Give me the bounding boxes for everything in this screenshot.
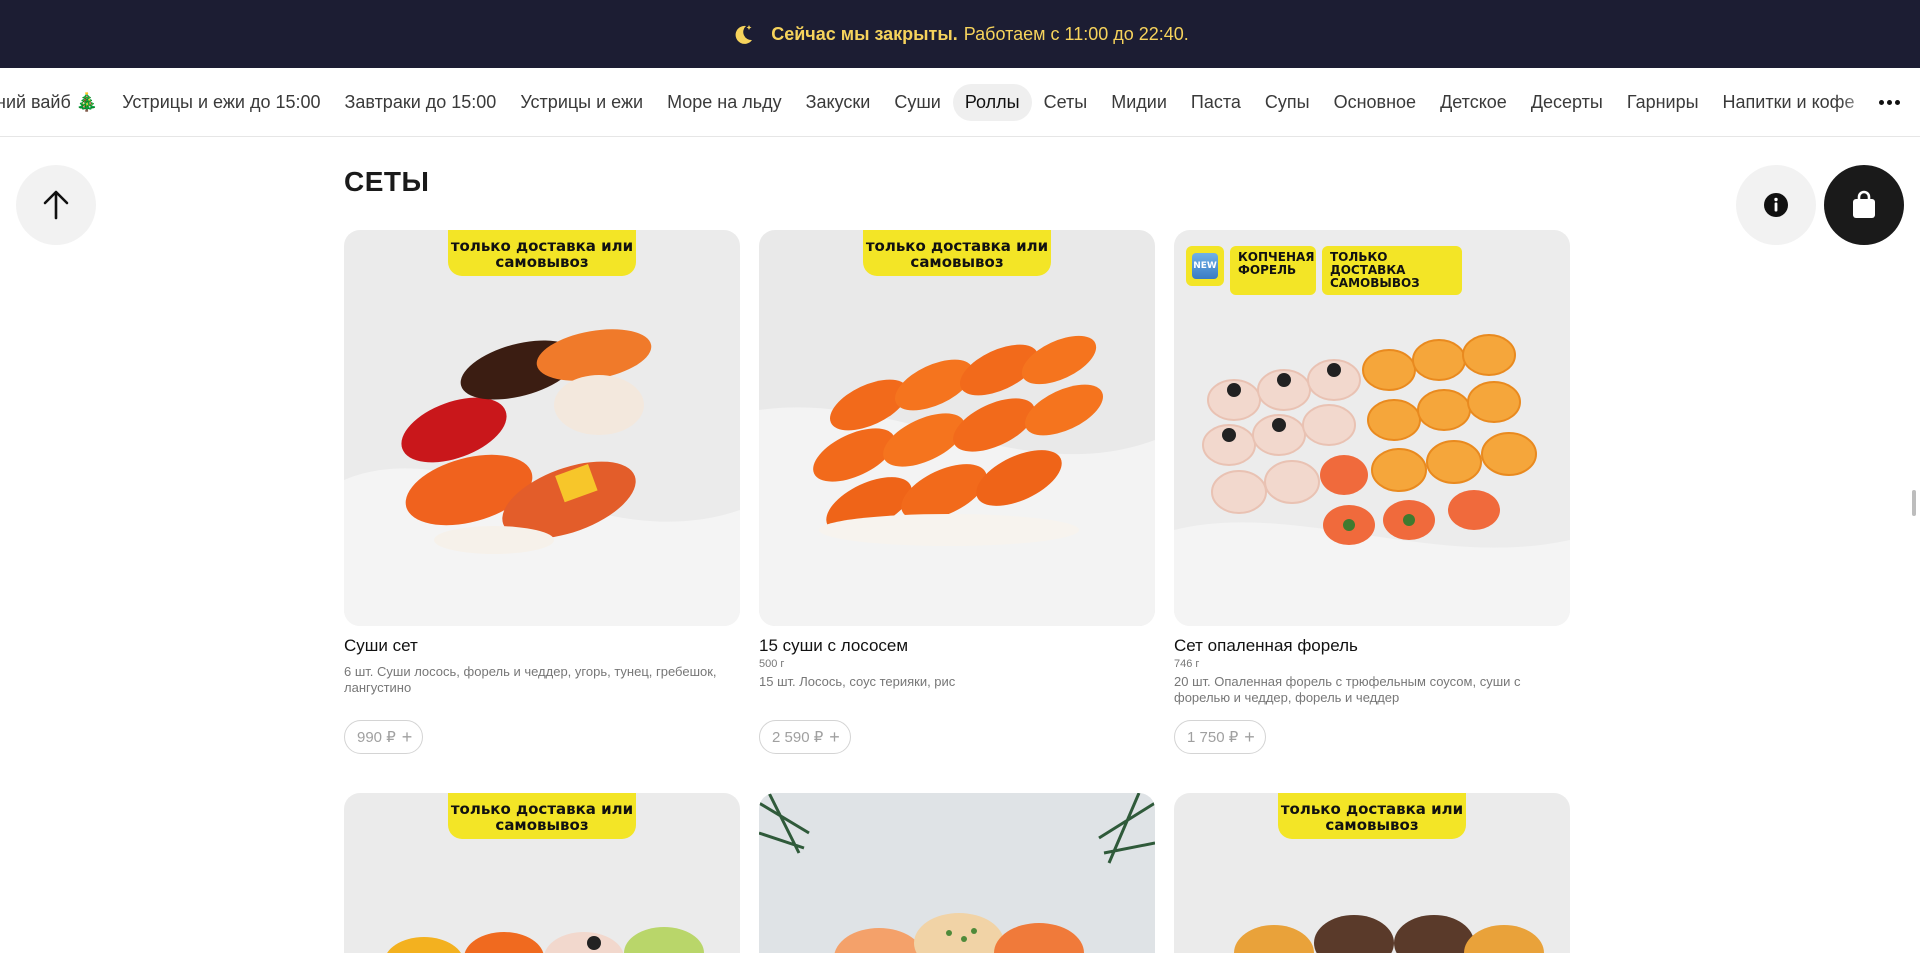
- delivery-only-badge: Только доставка самовывоз: [1322, 246, 1462, 295]
- product-card[interactable]: только доставка или самовывоз: [344, 793, 740, 953]
- product-card[interactable]: только доставка или самовывоз Суши сет 6…: [344, 230, 740, 754]
- nav-item-seafood-ice[interactable]: Море на льду: [655, 84, 794, 121]
- product-name[interactable]: Сет опаленная форель: [1174, 636, 1570, 656]
- product-photo[interactable]: только доставка или самовывоз: [344, 230, 740, 626]
- product-photo[interactable]: [759, 793, 1155, 953]
- product-name[interactable]: Суши сет: [344, 636, 740, 656]
- product-card[interactable]: только доставка или самовывоз 15 суши с …: [759, 230, 1155, 754]
- product-name[interactable]: 15 суши с лососем: [759, 636, 1155, 656]
- smoked-trout-badge: Копченая форель: [1230, 246, 1316, 295]
- plus-icon: +: [401, 727, 413, 747]
- nav-item-kids[interactable]: Детское: [1428, 84, 1519, 121]
- more-dots-icon[interactable]: [1876, 90, 1902, 114]
- nav-item-vibe[interactable]: ний вайб 🎄: [0, 84, 110, 121]
- delivery-only-badge: только доставка или самовывоз: [863, 230, 1051, 276]
- product-description: 6 шт. Суши лосось, форель и чеддер, угор…: [344, 664, 717, 695]
- product-weight: 746 г: [1174, 658, 1200, 670]
- cart-button[interactable]: [1824, 165, 1904, 245]
- product-price: 990 ₽: [357, 729, 396, 746]
- nav-item-mussels[interactable]: Мидии: [1099, 84, 1179, 121]
- add-to-cart-button[interactable]: 1 750 ₽ +: [1174, 720, 1266, 754]
- product-photo[interactable]: только доставка или самовывоз: [344, 793, 740, 953]
- product-description: 15 шт. Лосось, соус терияки, рис: [759, 674, 956, 689]
- nav-item-breakfast[interactable]: Завтраки до 15:00: [333, 84, 509, 121]
- status-bold-text: Сейчас мы закрыты.: [771, 23, 958, 44]
- product-price: 2 590 ₽: [772, 729, 824, 746]
- info-icon: [1764, 193, 1788, 217]
- nav-item-sushi[interactable]: Суши: [882, 84, 953, 121]
- closed-status-banner: Сейчас мы закрыты. Работаем с 11:00 до 2…: [0, 0, 1920, 68]
- page-scrollbar[interactable]: [1912, 490, 1916, 516]
- moon-icon: [731, 22, 755, 46]
- nav-item-desserts[interactable]: Десерты: [1519, 84, 1615, 121]
- info-button[interactable]: [1736, 165, 1816, 245]
- plus-icon: +: [1244, 727, 1255, 747]
- product-card[interactable]: только доставка или самовывоз: [1174, 793, 1570, 953]
- badge-row: NEW Копченая форель Только доставка само…: [1186, 246, 1462, 295]
- arrow-up-icon: [43, 190, 69, 220]
- nav-item-oysters[interactable]: Устрицы и ежи: [508, 84, 655, 121]
- product-photo[interactable]: только доставка или самовывоз: [759, 230, 1155, 626]
- nav-item-soups[interactable]: Супы: [1253, 84, 1322, 121]
- product-description: 20 шт. Опаленная форель с трюфельным соу…: [1174, 674, 1521, 705]
- delivery-only-badge: только доставка или самовывоз: [448, 793, 636, 839]
- product-price: 1 750 ₽: [1187, 729, 1239, 746]
- nav-item-rolls[interactable]: Роллы: [952, 83, 1032, 121]
- product-photo[interactable]: только доставка или самовывоз: [1174, 793, 1570, 953]
- plus-icon: +: [829, 727, 840, 747]
- nav-item-oysters-till-15[interactable]: Устрицы и ежи до 15:00: [110, 84, 332, 121]
- add-to-cart-button[interactable]: 990 ₽ +: [344, 720, 424, 754]
- section-title: СЕТЫ: [344, 166, 430, 197]
- scroll-up-button[interactable]: [16, 165, 96, 245]
- add-to-cart-button[interactable]: 2 590 ₽ +: [759, 720, 851, 754]
- new-badge: NEW: [1186, 246, 1224, 286]
- category-nav: ний вайб 🎄 Устрицы и ежи до 15:00 Завтра…: [0, 68, 1920, 137]
- nav-item-sets[interactable]: Сеты: [1032, 84, 1100, 121]
- product-weight: 500 г: [759, 658, 785, 670]
- status-hours-text: Работаем с 11:00 до 22:40.: [963, 23, 1189, 44]
- product-card[interactable]: NEW Копченая форель Только доставка само…: [1174, 230, 1570, 754]
- nav-item-sides[interactable]: Гарниры: [1615, 84, 1711, 121]
- product-card[interactable]: [759, 793, 1155, 953]
- nav-item-main[interactable]: Основное: [1322, 84, 1428, 121]
- delivery-only-badge: только доставка или самовывоз: [1278, 793, 1466, 839]
- shopping-bag-icon: [1853, 190, 1875, 218]
- product-photo[interactable]: NEW Копченая форель Только доставка само…: [1174, 230, 1570, 626]
- nav-item-snacks[interactable]: Закуски: [794, 84, 883, 121]
- nav-item-pasta[interactable]: Паста: [1179, 84, 1253, 121]
- delivery-only-badge: только доставка или самовывоз: [448, 230, 636, 276]
